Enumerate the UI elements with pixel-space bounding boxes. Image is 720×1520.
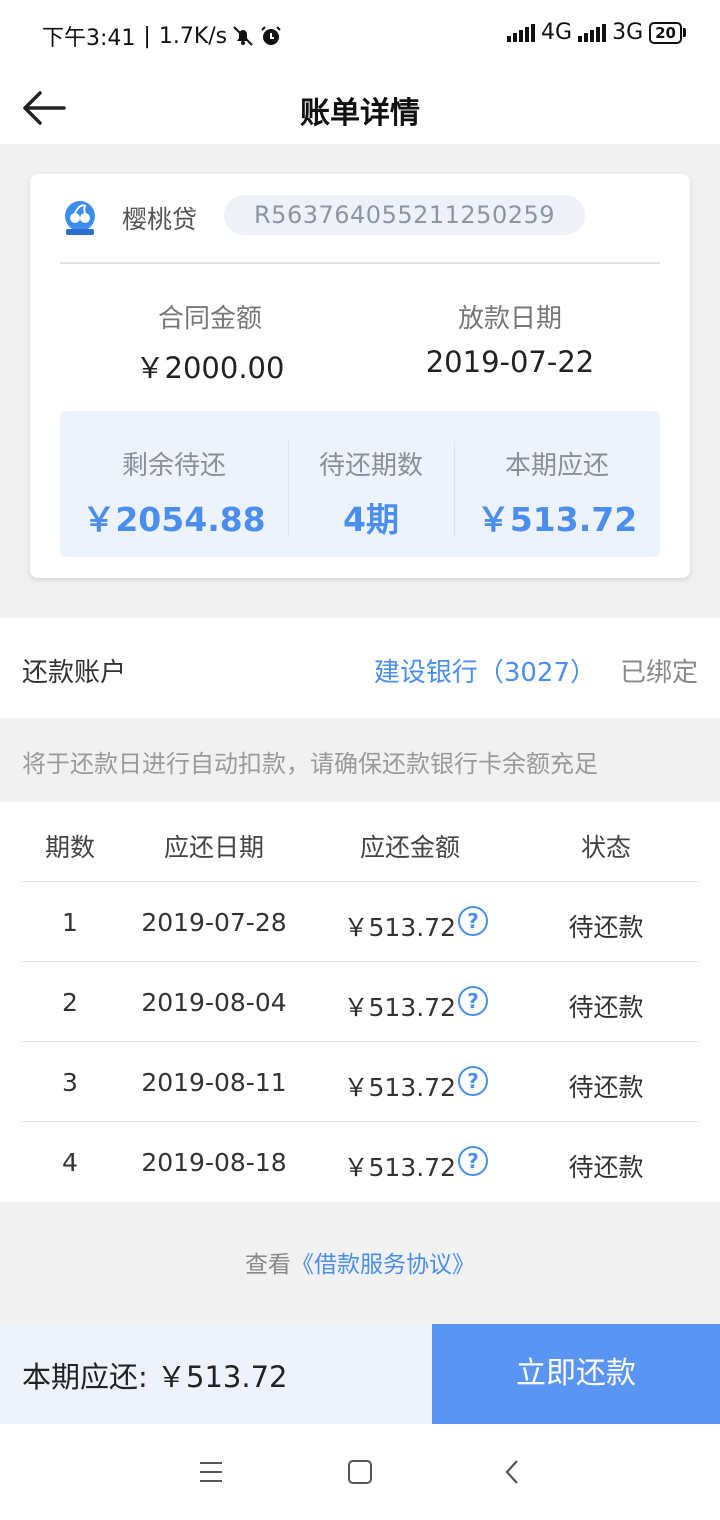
page-title: 账单详情	[300, 96, 420, 131]
agreement-prefix: 查看	[245, 1252, 291, 1278]
status-speed: 1.7K/s	[158, 23, 228, 49]
due-amount: ￥513.72	[157, 1360, 288, 1394]
status-bar: 下午3:41 | 1.7K/s 4G 3G 20	[0, 0, 720, 70]
col-header-period: 期数	[44, 833, 95, 862]
network-4g: 4G	[541, 20, 573, 45]
help-icon[interactable]: ?	[458, 986, 488, 1016]
disbursement-date-value: 2019-07-22	[425, 345, 595, 379]
remaining-balance-value: ￥2054.88	[82, 500, 266, 539]
home-square-icon[interactable]	[347, 1459, 373, 1485]
repayment-summary: 剩余待还 ￥2054.88 待还期数 4期 本期应还 ￥513.72	[60, 411, 660, 557]
bank-card-link[interactable]: 建设银行（3027）	[374, 652, 596, 689]
battery-level: 20	[649, 21, 682, 44]
back-chevron-icon[interactable]	[502, 1458, 522, 1486]
system-nav-bar	[0, 1424, 720, 1520]
row-date: 2019-07-28	[141, 908, 287, 937]
row-amount: ￥513.72	[343, 913, 456, 942]
loan-summary-card: 樱桃贷 R563764055211250259 合同金额 ￥2000.00 放款…	[30, 174, 690, 578]
network-3g: 3G	[612, 20, 644, 45]
disbursement-date-label: 放款日期	[457, 304, 562, 334]
signal-icon	[578, 23, 607, 42]
status-time: 下午3:41	[42, 26, 136, 51]
status-separator: |	[143, 23, 151, 49]
row-date: 2019-08-04	[141, 988, 287, 1017]
bound-status: 已绑定	[619, 658, 698, 688]
loan-agreement-link[interactable]: 《借款服务协议》	[291, 1252, 475, 1278]
battery-icon: 20	[649, 21, 686, 44]
current-due-label: 本期应还	[504, 451, 609, 481]
divider	[20, 961, 700, 962]
contract-amount-value: ￥2000.00	[135, 351, 285, 385]
status-right: 4G 3G 20	[507, 20, 686, 45]
bottom-pay-bar: 本期应还: ￥513.72 立即还款	[0, 1324, 720, 1424]
col-header-date: 应还日期	[163, 833, 264, 862]
status-left: 下午3:41 | 1.7K/s	[42, 20, 283, 52]
row-period: 3	[62, 1068, 78, 1097]
row-period: 4	[62, 1148, 78, 1177]
remaining-periods-value: 4期	[343, 500, 399, 539]
contract-amount-label: 合同金额	[157, 304, 262, 334]
remaining-balance-label: 剩余待还	[121, 451, 226, 481]
repay-account-row[interactable]: 还款账户 建设银行（3027） 已绑定	[0, 618, 720, 718]
app-header: 账单详情	[0, 70, 720, 144]
repay-account-label: 还款账户	[22, 658, 127, 688]
divider	[60, 262, 660, 264]
current-due-summary: 本期应还: ￥513.72	[22, 1354, 287, 1396]
remaining-balance: 剩余待还 ￥2054.88	[60, 411, 288, 557]
row-amount: ￥513.72	[343, 993, 456, 1022]
col-header-amount: 应还金额	[359, 833, 460, 862]
remaining-periods-label: 待还期数	[318, 451, 423, 481]
help-icon[interactable]: ?	[458, 906, 488, 936]
help-icon[interactable]: ?	[458, 1066, 488, 1096]
row-status: 待还款	[568, 1073, 644, 1102]
remaining-periods: 待还期数 4期	[288, 411, 454, 557]
menu-icon[interactable]	[198, 1460, 224, 1484]
divider	[20, 1121, 700, 1122]
due-label: 本期应还:	[22, 1360, 157, 1394]
agreement-line: 查看《借款服务协议》	[0, 1245, 720, 1279]
row-status: 待还款	[568, 913, 644, 942]
row-period: 1	[62, 908, 78, 937]
row-date: 2019-08-11	[141, 1068, 287, 1097]
cherry-logo-icon	[65, 201, 95, 235]
auto-debit-notice: 将于还款日进行自动扣款，请确保还款银行卡余额充足	[22, 750, 598, 778]
contract-number: R563764055211250259	[224, 195, 586, 235]
pay-now-button[interactable]: 立即还款	[432, 1324, 720, 1424]
row-period: 2	[62, 988, 78, 1017]
current-due-value: ￥513.72	[476, 500, 638, 539]
current-due: 本期应还 ￥513.72	[454, 411, 660, 557]
contract-amount-block: 合同金额 ￥2000.00	[60, 298, 360, 387]
alarm-clock-icon	[261, 26, 281, 45]
mute-bell-icon	[233, 26, 253, 46]
row-status: 待还款	[568, 1153, 644, 1182]
divider	[20, 1041, 700, 1042]
row-date: 2019-08-18	[141, 1148, 287, 1177]
signal-icon	[507, 23, 536, 42]
lender-name: 樱桃贷	[122, 205, 198, 234]
disbursement-date-block: 放款日期 2019-07-22	[360, 298, 660, 379]
help-icon[interactable]: ?	[458, 1146, 488, 1176]
repayment-schedule-table: 期数 应还日期 应还金额 状态 1 2019-07-28 ￥513.72 ? 待…	[0, 802, 720, 1202]
row-status: 待还款	[568, 993, 644, 1022]
row-amount: ￥513.72	[343, 1073, 456, 1102]
col-header-status: 状态	[580, 833, 631, 862]
divider	[20, 881, 700, 882]
row-amount: ￥513.72	[343, 1153, 456, 1182]
